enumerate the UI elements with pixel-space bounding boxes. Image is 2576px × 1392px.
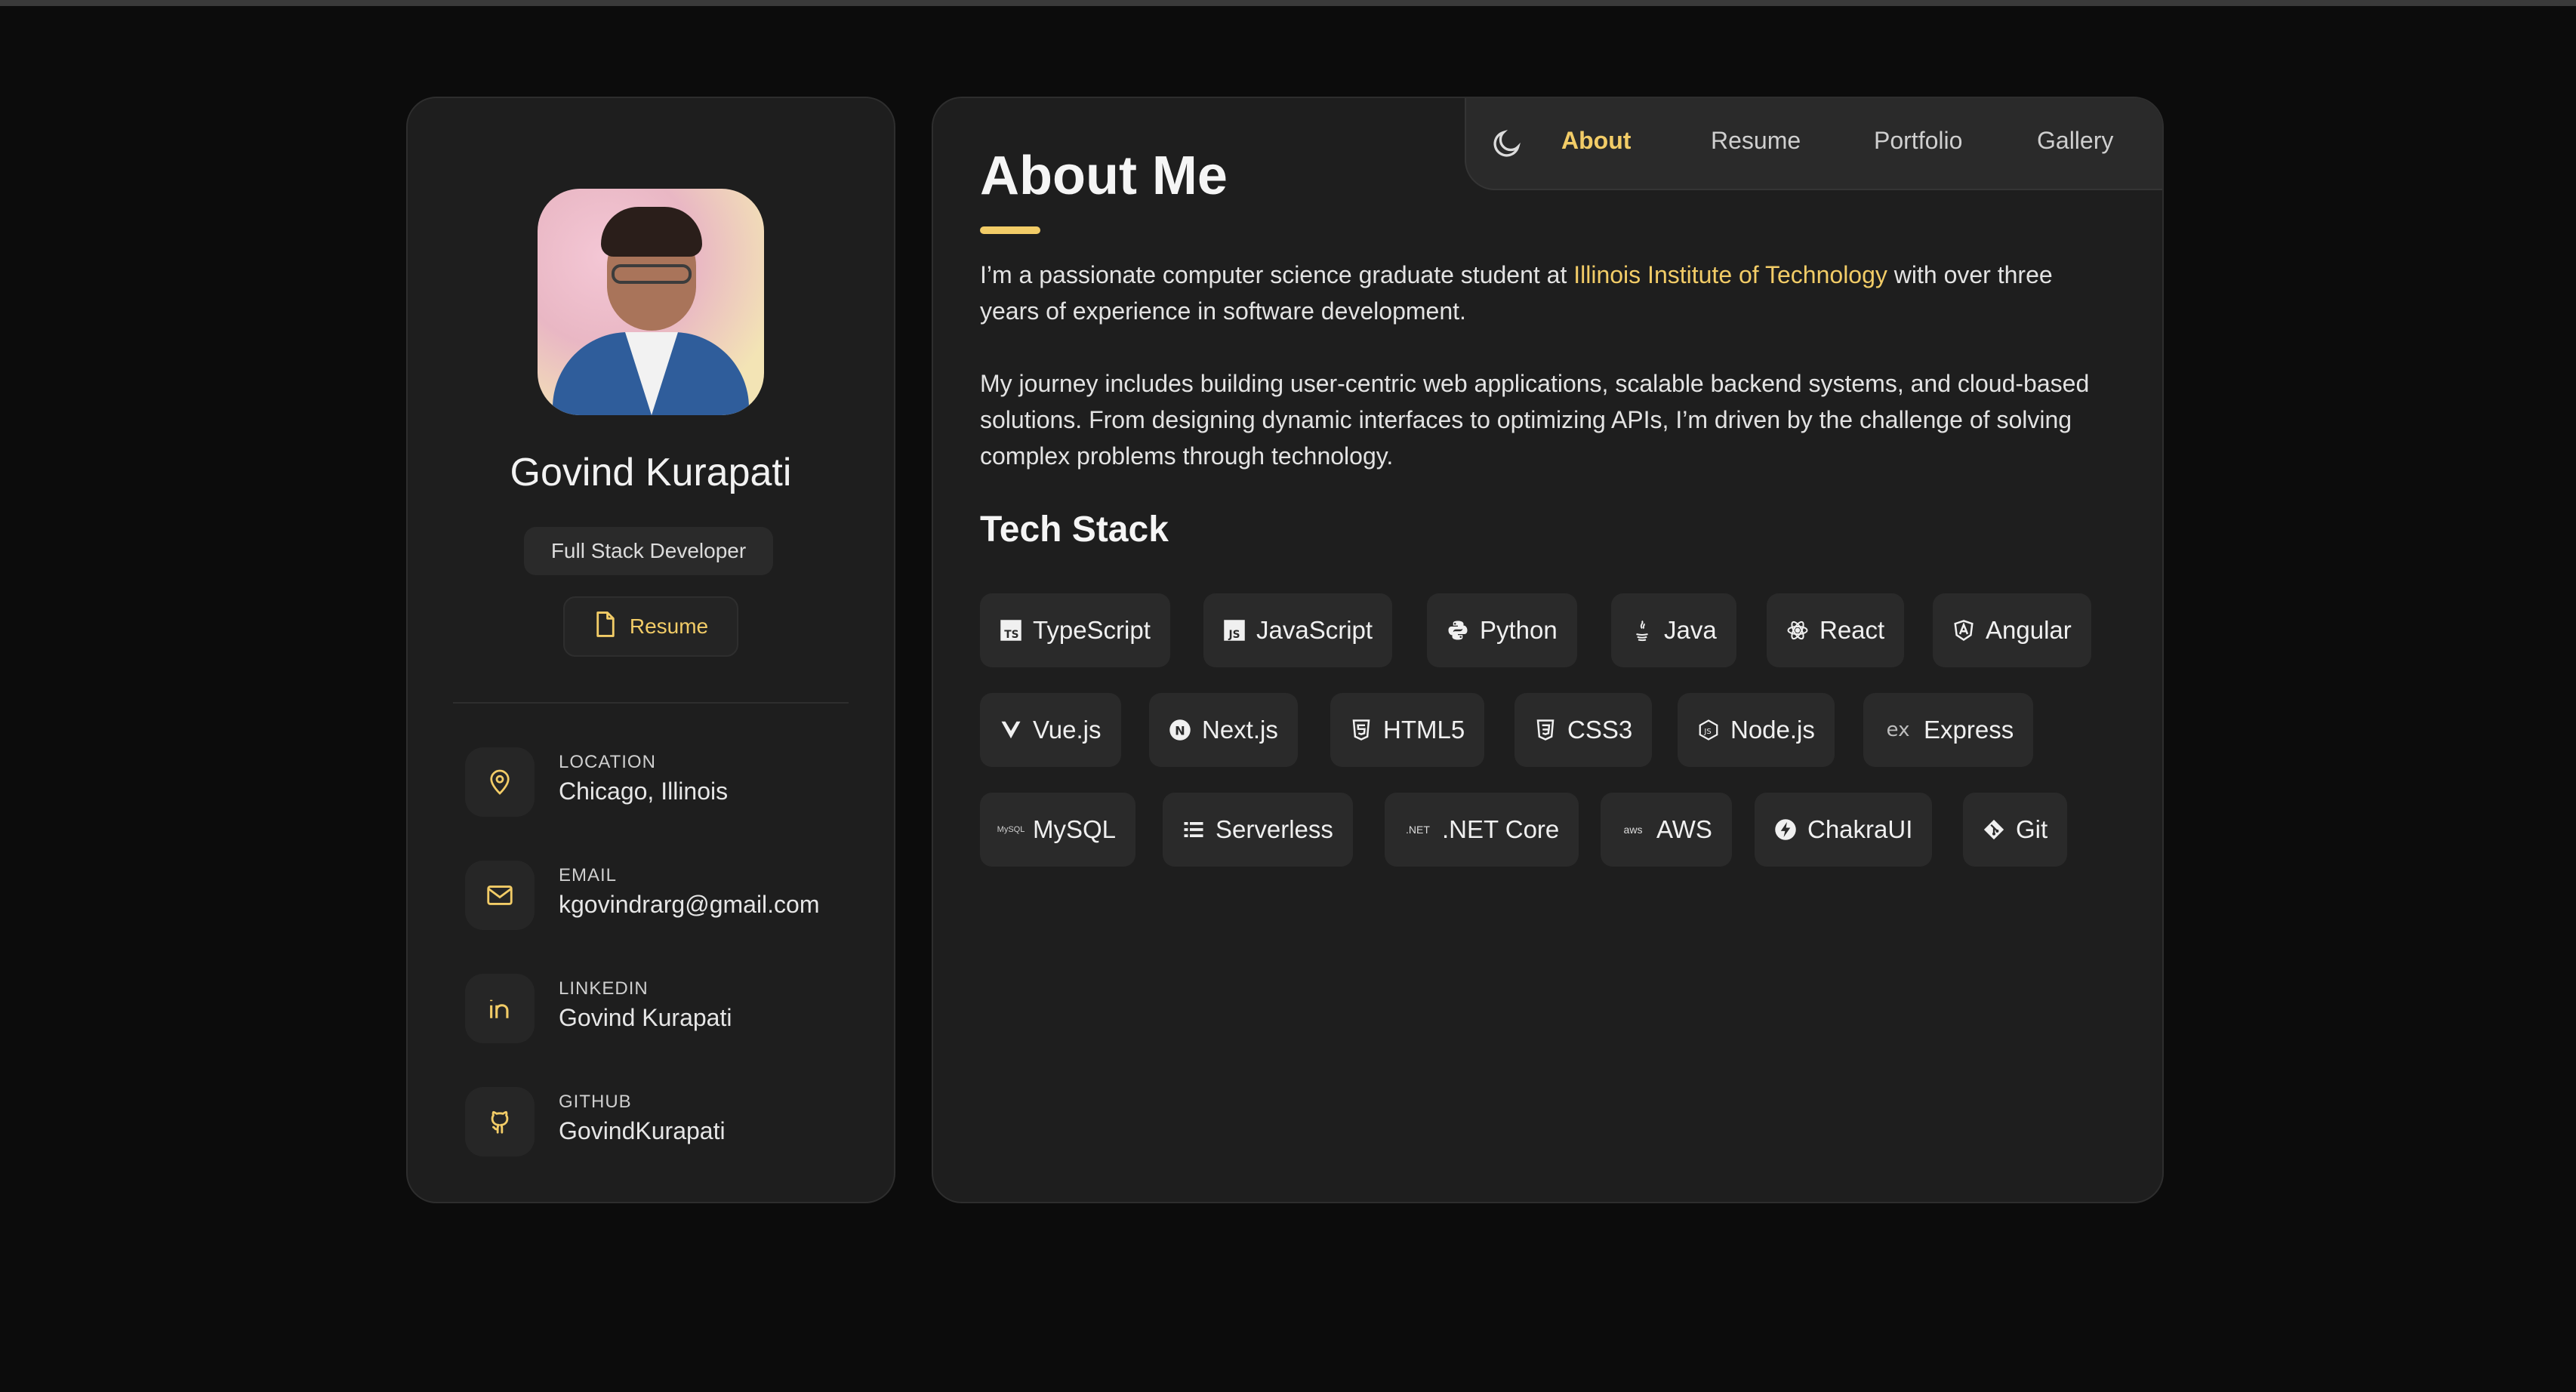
tab-gallery[interactable]: Gallery — [2037, 127, 2113, 155]
mysql-icon: MySQL — [997, 825, 1025, 834]
tech-chip-react: React — [1767, 593, 1905, 667]
tab-portfolio[interactable]: Portfolio — [1874, 127, 1962, 155]
resume-button[interactable]: Resume — [563, 596, 738, 657]
tech-chip-python: Python — [1427, 593, 1577, 667]
university-link[interactable]: Illinois Institute of Technology — [1573, 261, 1887, 288]
tech-chip-javascript: JS JavaScript — [1203, 593, 1393, 667]
role-badge: Full Stack Developer — [524, 527, 773, 575]
tech-chip-express: ex Express — [1863, 693, 2034, 767]
contact-github: GITHUB GovindKurapati — [465, 1087, 858, 1163]
svg-text:TS: TS — [1004, 629, 1018, 641]
svg-text:JS: JS — [1228, 629, 1240, 641]
window-top-border — [0, 0, 2576, 6]
javascript-icon: JS — [1223, 619, 1246, 642]
chakraui-icon — [1774, 818, 1797, 841]
react-icon — [1786, 619, 1809, 642]
svg-text:JS: JS — [1703, 728, 1711, 736]
aws-icon: aws — [1623, 824, 1643, 836]
title-underline — [980, 226, 1040, 234]
contact-value[interactable]: Govind Kurapati — [559, 1004, 732, 1032]
serverless-icon — [1182, 818, 1205, 841]
about-panel: About Resume Portfolio Gallery About Me … — [932, 97, 2164, 1203]
tech-chip-serverless: Serverless — [1163, 793, 1353, 867]
github-icon — [465, 1087, 535, 1156]
contact-linkedin: LINKEDIN Govind Kurapati — [465, 974, 858, 1049]
contact-email: EMAIL kgovindrarg@gmail.com — [465, 861, 858, 936]
java-icon — [1631, 619, 1653, 642]
tech-chip-dotnet: .NET .NET Core — [1385, 793, 1579, 867]
svg-text:N: N — [1175, 723, 1185, 738]
mail-icon — [465, 861, 535, 930]
sidebar-divider — [453, 702, 849, 704]
contact-value[interactable]: GovindKurapati — [559, 1117, 726, 1145]
tech-chip-mysql: MySQL MySQL — [980, 793, 1136, 867]
tech-chip-chakraui: ChakraUI — [1755, 793, 1933, 867]
document-icon — [593, 611, 618, 643]
profile-name: Govind Kurapati — [510, 451, 792, 494]
tech-chip-css3: CSS3 — [1514, 693, 1653, 767]
tab-resume[interactable]: Resume — [1711, 127, 1801, 155]
tech-chip-angular: Angular — [1933, 593, 2091, 667]
vue-icon — [1000, 719, 1022, 741]
nodejs-icon: JS — [1697, 719, 1720, 741]
css3-icon — [1534, 719, 1557, 741]
tech-chip-aws: aws AWS — [1601, 793, 1732, 867]
typescript-icon: TS — [1000, 619, 1022, 642]
page-title: About Me — [980, 146, 1228, 206]
avatar — [538, 189, 764, 415]
angular-icon — [1952, 619, 1975, 642]
contact-label: LOCATION — [559, 752, 656, 772]
tab-about[interactable]: About — [1561, 127, 1631, 155]
nextjs-icon: N — [1169, 719, 1191, 741]
profile-sidebar: Govind Kurapati Full Stack Developer Res… — [406, 97, 895, 1203]
contact-label: LINKEDIN — [559, 978, 649, 999]
contact-value[interactable]: kgovindrarg@gmail.com — [559, 891, 820, 919]
contact-label: EMAIL — [559, 865, 618, 885]
top-navigation: About Resume Portfolio Gallery — [1465, 98, 2162, 190]
contact-value: Chicago, Illinois — [559, 778, 729, 805]
html5-icon — [1350, 719, 1373, 741]
about-paragraph-2: My journey includes building user-centri… — [980, 370, 2090, 470]
contact-label: GITHUB — [559, 1092, 632, 1112]
python-icon — [1447, 619, 1469, 642]
tech-chip-typescript: TS TypeScript — [980, 593, 1170, 667]
linkedin-icon — [465, 974, 535, 1043]
contact-location: LOCATION Chicago, Illinois — [465, 747, 858, 823]
tech-chip-git: Git — [1963, 793, 2068, 867]
git-icon — [1983, 818, 2005, 841]
tech-stack-title: Tech Stack — [980, 510, 1169, 550]
express-icon: ex — [1886, 719, 1910, 741]
tech-chip-vue: Vue.js — [980, 693, 1121, 767]
map-pin-icon — [465, 747, 535, 817]
tech-chip-nodejs: JS Node.js — [1678, 693, 1835, 767]
tech-chip-java: Java — [1611, 593, 1736, 667]
tech-chip-html5: HTML5 — [1330, 693, 1485, 767]
resume-button-label: Resume — [629, 614, 709, 638]
dotnet-icon: .NET — [1406, 824, 1430, 836]
moon-icon[interactable] — [1490, 127, 1524, 164]
about-paragraph-1: I’m a passionate computer science gradua… — [980, 261, 2053, 325]
tech-chip-nextjs: N Next.js — [1149, 693, 1298, 767]
